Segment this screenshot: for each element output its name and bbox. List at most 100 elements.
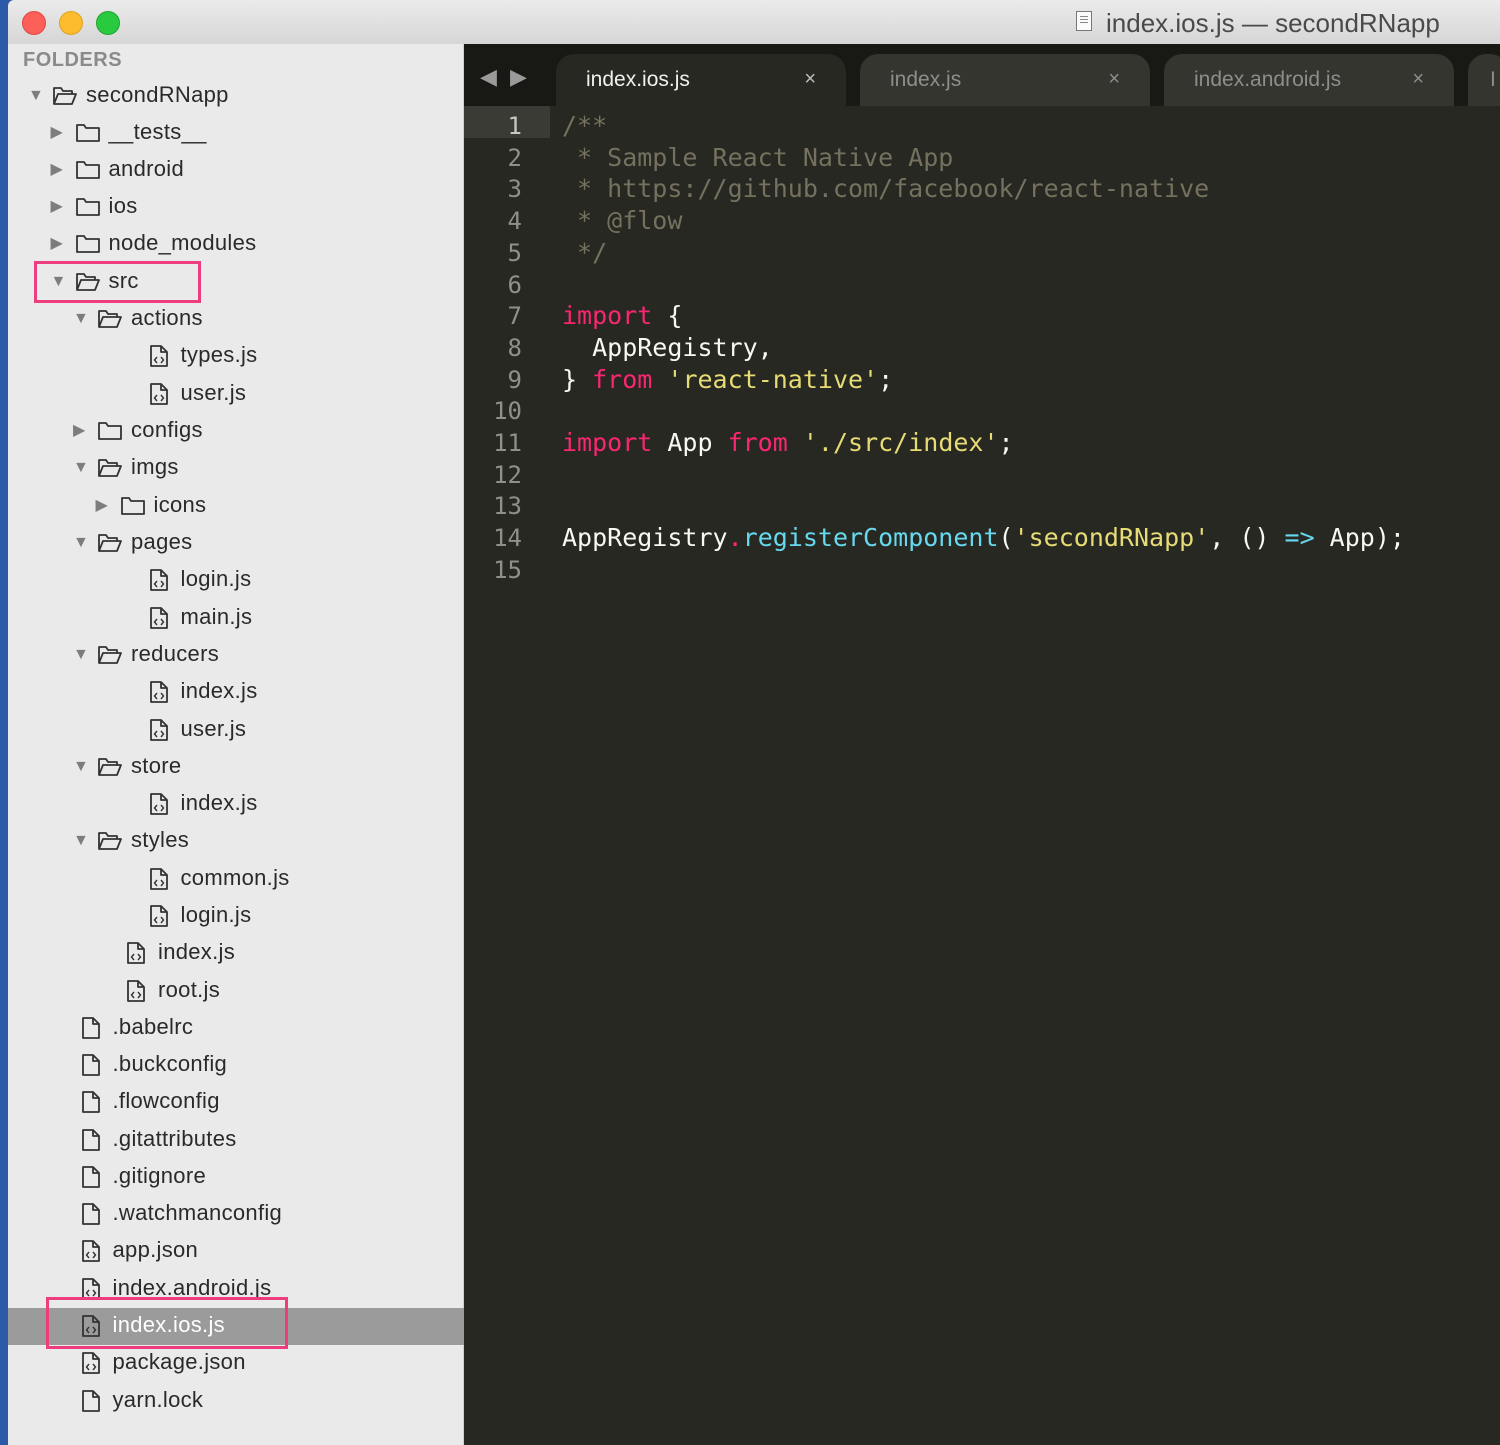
tree-file[interactable]: user.js — [8, 712, 464, 749]
tree-file[interactable]: common.js — [8, 861, 464, 898]
disclosure-closed-icon[interactable]: ▶ — [51, 162, 63, 178]
code-token: { — [652, 301, 683, 331]
close-tab-icon[interactable]: × — [1108, 68, 1120, 91]
code-line[interactable]: AppRegistry.registerComponent('secondRNa… — [562, 522, 1405, 554]
code-line[interactable]: * https://github.com/facebook/react-nati… — [562, 173, 1209, 205]
tree-file[interactable]: package.json — [8, 1345, 464, 1382]
tree-folder[interactable]: ▼ actions — [8, 301, 464, 338]
code-line[interactable]: import App from './src/index'; — [562, 427, 1014, 459]
tab-label: index.ios.js — [586, 68, 690, 91]
disclosure-closed-icon[interactable]: ▶ — [51, 236, 63, 252]
editor-tab[interactable]: I — [1468, 54, 1500, 106]
close-tab-icon[interactable]: × — [1412, 68, 1424, 91]
tree-file[interactable]: index.js — [8, 935, 464, 972]
disclosure-open-icon[interactable]: ▼ — [73, 311, 89, 327]
code-line[interactable]: * Sample React Native App — [562, 142, 953, 174]
tree-item-label: reducers — [131, 641, 219, 666]
line-number: 6 — [507, 270, 522, 299]
tree-item-label: index.js — [158, 939, 235, 964]
tree-folder[interactable]: ▶ ios — [8, 189, 464, 226]
code-token: './src/index' — [802, 428, 999, 457]
code-line[interactable]: AppRegistry, — [562, 332, 773, 364]
tree-folder[interactable]: ▼ secondRNapp — [8, 78, 464, 115]
tree-item-label: icons — [153, 492, 207, 517]
disclosure-open-icon[interactable]: ▼ — [73, 460, 89, 476]
close-tab-icon[interactable]: × — [804, 68, 816, 91]
disclosure-open-icon[interactable]: ▼ — [28, 88, 44, 104]
tree-file[interactable]: .gitattributes — [8, 1122, 464, 1159]
tree-file[interactable]: .watchmanconfig — [8, 1196, 464, 1233]
disclosure-closed-icon[interactable]: ▶ — [73, 423, 85, 439]
disclosure-closed-icon[interactable]: ▶ — [51, 199, 63, 215]
tree-file[interactable]: login.js — [8, 898, 464, 935]
tree-item-label: login.js — [180, 566, 252, 591]
line-number: 14 — [493, 524, 522, 553]
tree-item-label: user.js — [180, 380, 247, 405]
disclosure-open-icon[interactable]: ▼ — [73, 647, 89, 663]
tree-item-label: actions — [131, 305, 203, 330]
code-line[interactable]: } from 'react-native'; — [562, 364, 893, 396]
tree-file[interactable]: index.js — [8, 786, 464, 823]
tree-folder[interactable]: ▶ icons — [8, 488, 464, 525]
tree-item-label: styles — [131, 827, 190, 852]
editor-tab[interactable]: index.ios.js × — [556, 54, 846, 106]
tree-file[interactable]: types.js — [8, 338, 464, 375]
tree-folder[interactable]: ▼ store — [8, 749, 464, 786]
editor-tab[interactable]: index.js × — [860, 54, 1150, 106]
tree-folder[interactable]: ▶ configs — [8, 413, 464, 450]
code-token: , () — [1209, 523, 1285, 553]
tree-item-label: .watchmanconfig — [112, 1200, 283, 1225]
zoom-window-button[interactable] — [96, 11, 120, 35]
tree-folder[interactable]: ▶ node_modules — [8, 226, 464, 263]
tree-item-label: types.js — [180, 342, 258, 367]
code-token: ; — [878, 364, 894, 394]
code-token: * @flow — [562, 206, 683, 236]
tree-file[interactable]: .babelrc — [8, 1010, 464, 1047]
code-line[interactable]: */ — [562, 237, 607, 269]
line-number: 15 — [493, 555, 522, 584]
tree-file[interactable]: root.js — [8, 973, 464, 1010]
tree-item-label: main.js — [180, 604, 253, 629]
tree-file[interactable]: .gitignore — [8, 1159, 464, 1196]
tree-file[interactable]: main.js — [8, 600, 464, 637]
tree-folder[interactable]: ▶ android — [8, 152, 464, 189]
tree-item-label: index.js — [180, 678, 258, 703]
line-number: 1 — [507, 112, 522, 140]
tree-file[interactable]: user.js — [8, 376, 464, 413]
disclosure-open-icon[interactable]: ▼ — [73, 535, 89, 551]
line-number: 13 — [493, 492, 522, 521]
back-arrow-icon[interactable]: ◀ — [480, 64, 497, 90]
tree-file[interactable]: app.json — [8, 1233, 464, 1270]
tab-label: index.js — [890, 68, 962, 91]
disclosure-closed-icon[interactable]: ▶ — [96, 498, 108, 514]
code-token: App); — [1314, 523, 1405, 553]
tree-file[interactable]: .flowconfig — [8, 1084, 464, 1121]
disclosure-open-icon[interactable]: ▼ — [73, 759, 89, 775]
editor-tab[interactable]: index.android.js × — [1164, 54, 1454, 106]
tree-folder[interactable]: ▼ styles — [8, 823, 464, 860]
line-number: 3 — [507, 175, 522, 204]
minimize-window-button[interactable] — [59, 11, 83, 35]
editor-window: index.ios.js — secondRNapp FOLDERS ▼ seco… — [8, 0, 1500, 1445]
tree-folder[interactable]: ▶ __tests__ — [8, 115, 464, 152]
tree-file[interactable]: login.js — [8, 562, 464, 599]
code-line[interactable]: import { — [562, 300, 682, 332]
line-number: 8 — [507, 333, 522, 362]
tree-file[interactable]: .buckconfig — [8, 1047, 464, 1084]
code-line[interactable]: /** — [562, 110, 607, 142]
tree-folder[interactable]: ▼ reducers — [8, 637, 464, 674]
tree-file[interactable]: index.js — [8, 674, 464, 711]
tree-file[interactable]: yarn.lock — [8, 1383, 464, 1420]
line-number: 10 — [493, 397, 522, 426]
line-number: 7 — [507, 302, 522, 331]
tree-folder[interactable]: ▼ imgs — [8, 450, 464, 487]
tree-folder[interactable]: ▼ pages — [8, 525, 464, 562]
disclosure-closed-icon[interactable]: ▶ — [51, 125, 63, 141]
code-line[interactable]: * @flow — [562, 205, 682, 237]
forward-arrow-icon[interactable]: ▶ — [510, 64, 527, 90]
disclosure-open-icon[interactable]: ▼ — [73, 833, 89, 849]
close-window-button[interactable] — [22, 11, 46, 35]
tree-item-label: imgs — [131, 454, 179, 479]
title-bar: index.ios.js — secondRNapp — [8, 0, 1500, 45]
